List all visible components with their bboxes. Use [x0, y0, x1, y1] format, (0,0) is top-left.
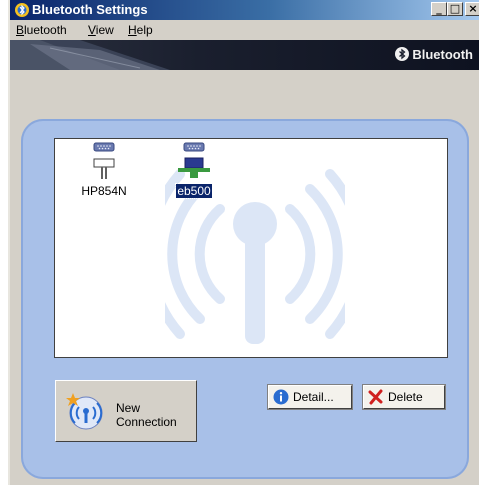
- menu-bluetooth-accesskey: B: [16, 23, 25, 37]
- delete-x-icon: [368, 389, 383, 405]
- serial-port-connected-icon: [178, 142, 210, 178]
- header-banner: Bluetooth: [10, 40, 479, 70]
- detail-label: Detail...: [293, 390, 334, 404]
- menu-help-accesskey: H: [128, 23, 137, 37]
- delete-label: Delete: [388, 390, 423, 404]
- bluetooth-brand-logo: Bluetooth: [395, 47, 473, 62]
- new-connection-line1: New: [116, 401, 141, 415]
- menu-help-rest: elp: [136, 23, 153, 37]
- new-connection-icon: [66, 393, 103, 430]
- menu-help[interactable]: Help: [128, 23, 153, 37]
- device-list[interactable]: HP854N eb500: [54, 138, 448, 358]
- info-icon: [273, 389, 289, 405]
- detail-button[interactable]: Detail...: [267, 384, 353, 410]
- maximize-button[interactable]: □: [447, 2, 463, 16]
- new-connection-label: New Connection: [116, 401, 177, 429]
- menu-bar: Bluetooth View Help: [10, 20, 479, 40]
- close-button[interactable]: ×: [465, 2, 479, 16]
- menu-view-rest: iew: [95, 23, 114, 37]
- bluetooth-logo-icon: [395, 47, 410, 61]
- new-connection-button[interactable]: New Connection: [55, 380, 197, 442]
- device-item-eb500[interactable]: eb500: [159, 141, 229, 199]
- delete-button[interactable]: Delete: [362, 384, 446, 410]
- bluetooth-settings-window: Bluetooth Settings _ □ × Bluetooth View …: [8, 0, 479, 485]
- menu-view[interactable]: View: [88, 23, 114, 37]
- minimize-button[interactable]: _: [431, 2, 447, 16]
- menu-bluetooth[interactable]: Bluetooth: [16, 23, 67, 37]
- laptop-banner-graphic: [10, 40, 170, 70]
- device-label: HP854N: [81, 184, 127, 198]
- menu-bluetooth-rest: luetooth: [24, 23, 67, 37]
- menu-view-accesskey: V: [88, 23, 96, 37]
- window-title: Bluetooth Settings: [32, 2, 148, 17]
- printer-device-icon: [93, 142, 115, 179]
- title-bar[interactable]: Bluetooth Settings _ □ ×: [10, 0, 479, 20]
- device-label-selected: eb500: [175, 183, 213, 199]
- device-item-hp854n[interactable]: HP854N: [69, 141, 139, 198]
- new-connection-line2: Connection: [116, 415, 177, 429]
- bluetooth-logo-text: Bluetooth: [412, 47, 473, 62]
- bluetooth-settings-icon: [15, 3, 29, 17]
